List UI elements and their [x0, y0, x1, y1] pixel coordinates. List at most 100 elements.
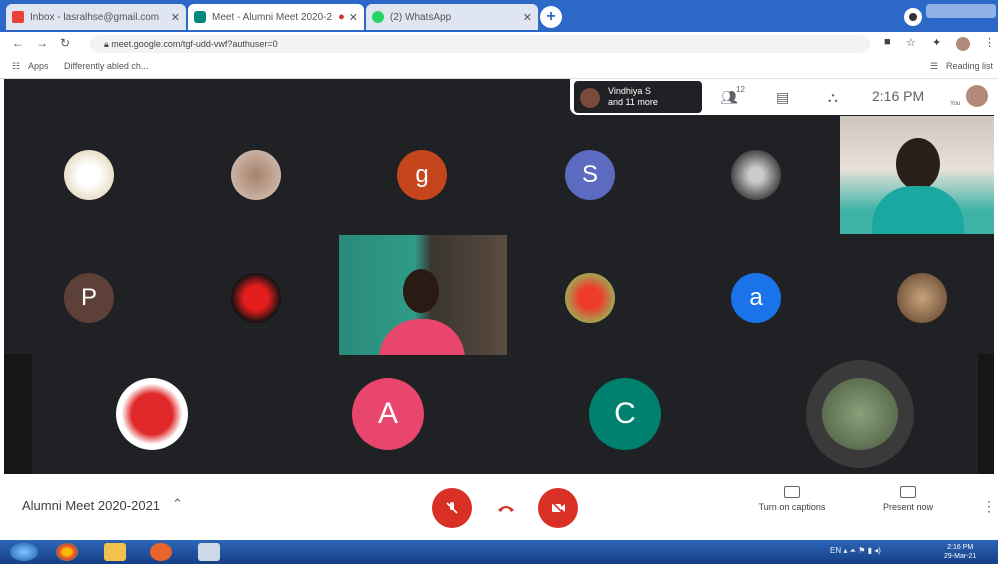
folder-taskbar-icon[interactable]: [104, 543, 126, 561]
self-label: You: [950, 101, 961, 107]
mic-off-button[interactable]: [432, 488, 472, 528]
system-tray[interactable]: EN ▴ ⏶ ⚑ ▮ ◂): [830, 546, 881, 556]
taskbar-time: 2:16 PM: [947, 544, 974, 551]
avatar[interactable]: [956, 37, 970, 51]
participant-photo: [897, 273, 947, 323]
self-video-tile: [840, 116, 994, 234]
participant-photo: [731, 150, 781, 200]
star-icon[interactable]: ☆: [906, 36, 916, 49]
participant-tile-C: C: [589, 378, 661, 450]
tab-gmail[interactable]: Inbox - lasralhse@gmail.com ✕: [6, 4, 186, 30]
media-player-taskbar-icon[interactable]: [150, 543, 172, 561]
more-options-icon[interactable]: ⋮: [982, 498, 996, 515]
meet-icon: [194, 11, 206, 23]
participant-photo-active: [806, 360, 914, 468]
url-text: meet.google.com/tgf-udd-vwf?authuser=0: [111, 39, 278, 49]
photo-content: [822, 378, 898, 450]
chat-icon[interactable]: ▤: [776, 89, 789, 106]
person-head: [896, 138, 940, 190]
left-edge: [4, 354, 32, 474]
participant-tile-g: g: [397, 150, 447, 200]
tab-label: Meet - Alumni Meet 2020-2: [212, 11, 333, 23]
camera-icon[interactable]: ■: [884, 36, 891, 48]
language-indicator: EN: [830, 546, 842, 555]
url-input[interactable]: 🔒︎ meet.google.com/tgf-udd-vwf?authuser=…: [90, 35, 870, 53]
participant-tile-a: a: [731, 273, 781, 323]
window-controls[interactable]: [926, 4, 996, 18]
person-body: [379, 319, 465, 355]
bookmark-reading-list[interactable]: Reading list: [946, 61, 993, 71]
bookmark-item[interactable]: Differently abled ch...: [64, 61, 148, 71]
chrome-taskbar-icon[interactable]: [56, 543, 78, 561]
participant-photo: [116, 378, 188, 450]
close-icon[interactable]: ✕: [523, 11, 532, 24]
mic-off-icon: [446, 502, 458, 514]
tile-letter: P: [80, 284, 97, 311]
whatsapp-icon: [372, 11, 384, 23]
present-icon: [900, 486, 916, 498]
close-icon[interactable]: ✕: [349, 11, 358, 24]
start-button[interactable]: [10, 543, 38, 561]
gmail-icon: [12, 11, 24, 23]
forward-icon[interactable]: →: [36, 36, 48, 50]
avatar: [580, 88, 600, 108]
tab-label: (2) WhatsApp: [390, 11, 452, 23]
browser-tab-strip: Inbox - lasralhse@gmail.com ✕ Meet - Alu…: [0, 0, 998, 32]
participant-photo: [565, 273, 615, 323]
participant-photo: [231, 150, 281, 200]
tab-label: Inbox - lasralhse@gmail.com: [30, 11, 160, 23]
participant-tile-p: P: [64, 273, 114, 323]
present-button[interactable]: Present now: [868, 486, 948, 512]
tile-letter: g: [415, 161, 429, 188]
captions-label: Turn on captions: [758, 502, 826, 512]
participant-photo: [231, 273, 281, 323]
extensions-icon[interactable]: ✦: [932, 36, 941, 49]
recording-dot-icon: ●: [338, 11, 345, 23]
menu-icon[interactable]: ⋮: [984, 36, 995, 49]
meet-control-bar: Alumni Meet 2020-2021 ⌃ Turn on captions…: [0, 474, 998, 540]
activities-icon[interactable]: ⛬: [828, 89, 838, 106]
address-bar-row: ← → ↻ 🔒︎ meet.google.com/tgf-udd-vwf?aut…: [0, 32, 998, 56]
meeting-time: 2:16 PM: [872, 88, 925, 104]
participant-tile-s: S: [565, 150, 615, 200]
taskbar-clock[interactable]: 2:16 PM 29-Mar-21: [944, 543, 976, 561]
captions-button[interactable]: Turn on captions: [752, 486, 832, 512]
people-count: 12: [736, 85, 745, 94]
reading-list-icon[interactable]: ☰: [930, 61, 938, 72]
app-taskbar-icon[interactable]: [198, 543, 220, 561]
close-icon[interactable]: ✕: [171, 11, 180, 24]
profile-icon[interactable]: [904, 8, 922, 26]
avatar[interactable]: [966, 85, 988, 107]
right-edge: [978, 354, 994, 474]
speaker-video-tile: [339, 235, 507, 355]
tile-letter: C: [614, 397, 636, 430]
bookmark-apps[interactable]: Apps: [28, 61, 49, 71]
reload-icon[interactable]: ↻: [60, 36, 70, 50]
chevron-up-icon[interactable]: ⌃: [172, 496, 183, 512]
tray-icons: ▴ ⏶ ⚑ ▮ ◂): [843, 546, 881, 555]
tab-whatsapp[interactable]: (2) WhatsApp ✕: [366, 4, 538, 30]
tab-meet[interactable]: Meet - Alumni Meet 2020-2 ● ✕: [188, 4, 364, 30]
participant-photo: [64, 150, 114, 200]
camera-off-icon: [551, 501, 565, 515]
bookmarks-bar: ☷ Apps Differently abled ch... ☰ Reading…: [0, 56, 998, 79]
participant-tile-A: A: [352, 378, 424, 450]
participants-line1: Vindhiya S: [608, 86, 651, 96]
taskbar-date: 29-Mar-21: [944, 553, 977, 560]
new-tab-button[interactable]: +: [540, 6, 562, 28]
camera-off-button[interactable]: [538, 488, 578, 528]
back-icon[interactable]: ←: [12, 36, 24, 50]
tile-letter: A: [377, 397, 398, 430]
participants-chip[interactable]: Vindhiya S and 11 more: [574, 81, 702, 113]
hang-up-icon: [498, 506, 514, 512]
present-label: Present now: [882, 502, 934, 512]
captions-icon: [784, 486, 800, 498]
meet-grid: 👥︎ 12 ▤ ⛬ 2:16 PM You Vindhiya S and 11 …: [4, 79, 994, 474]
person-head: [403, 269, 439, 313]
tile-letter: a: [749, 284, 763, 311]
apps-icon[interactable]: ☷: [12, 61, 20, 72]
meeting-title[interactable]: Alumni Meet 2020-2021: [22, 498, 160, 513]
person-body: [872, 186, 964, 234]
windows-taskbar: EN ▴ ⏶ ⚑ ▮ ◂) 2:16 PM 29-Mar-21: [0, 540, 998, 564]
end-call-button[interactable]: [486, 488, 526, 528]
